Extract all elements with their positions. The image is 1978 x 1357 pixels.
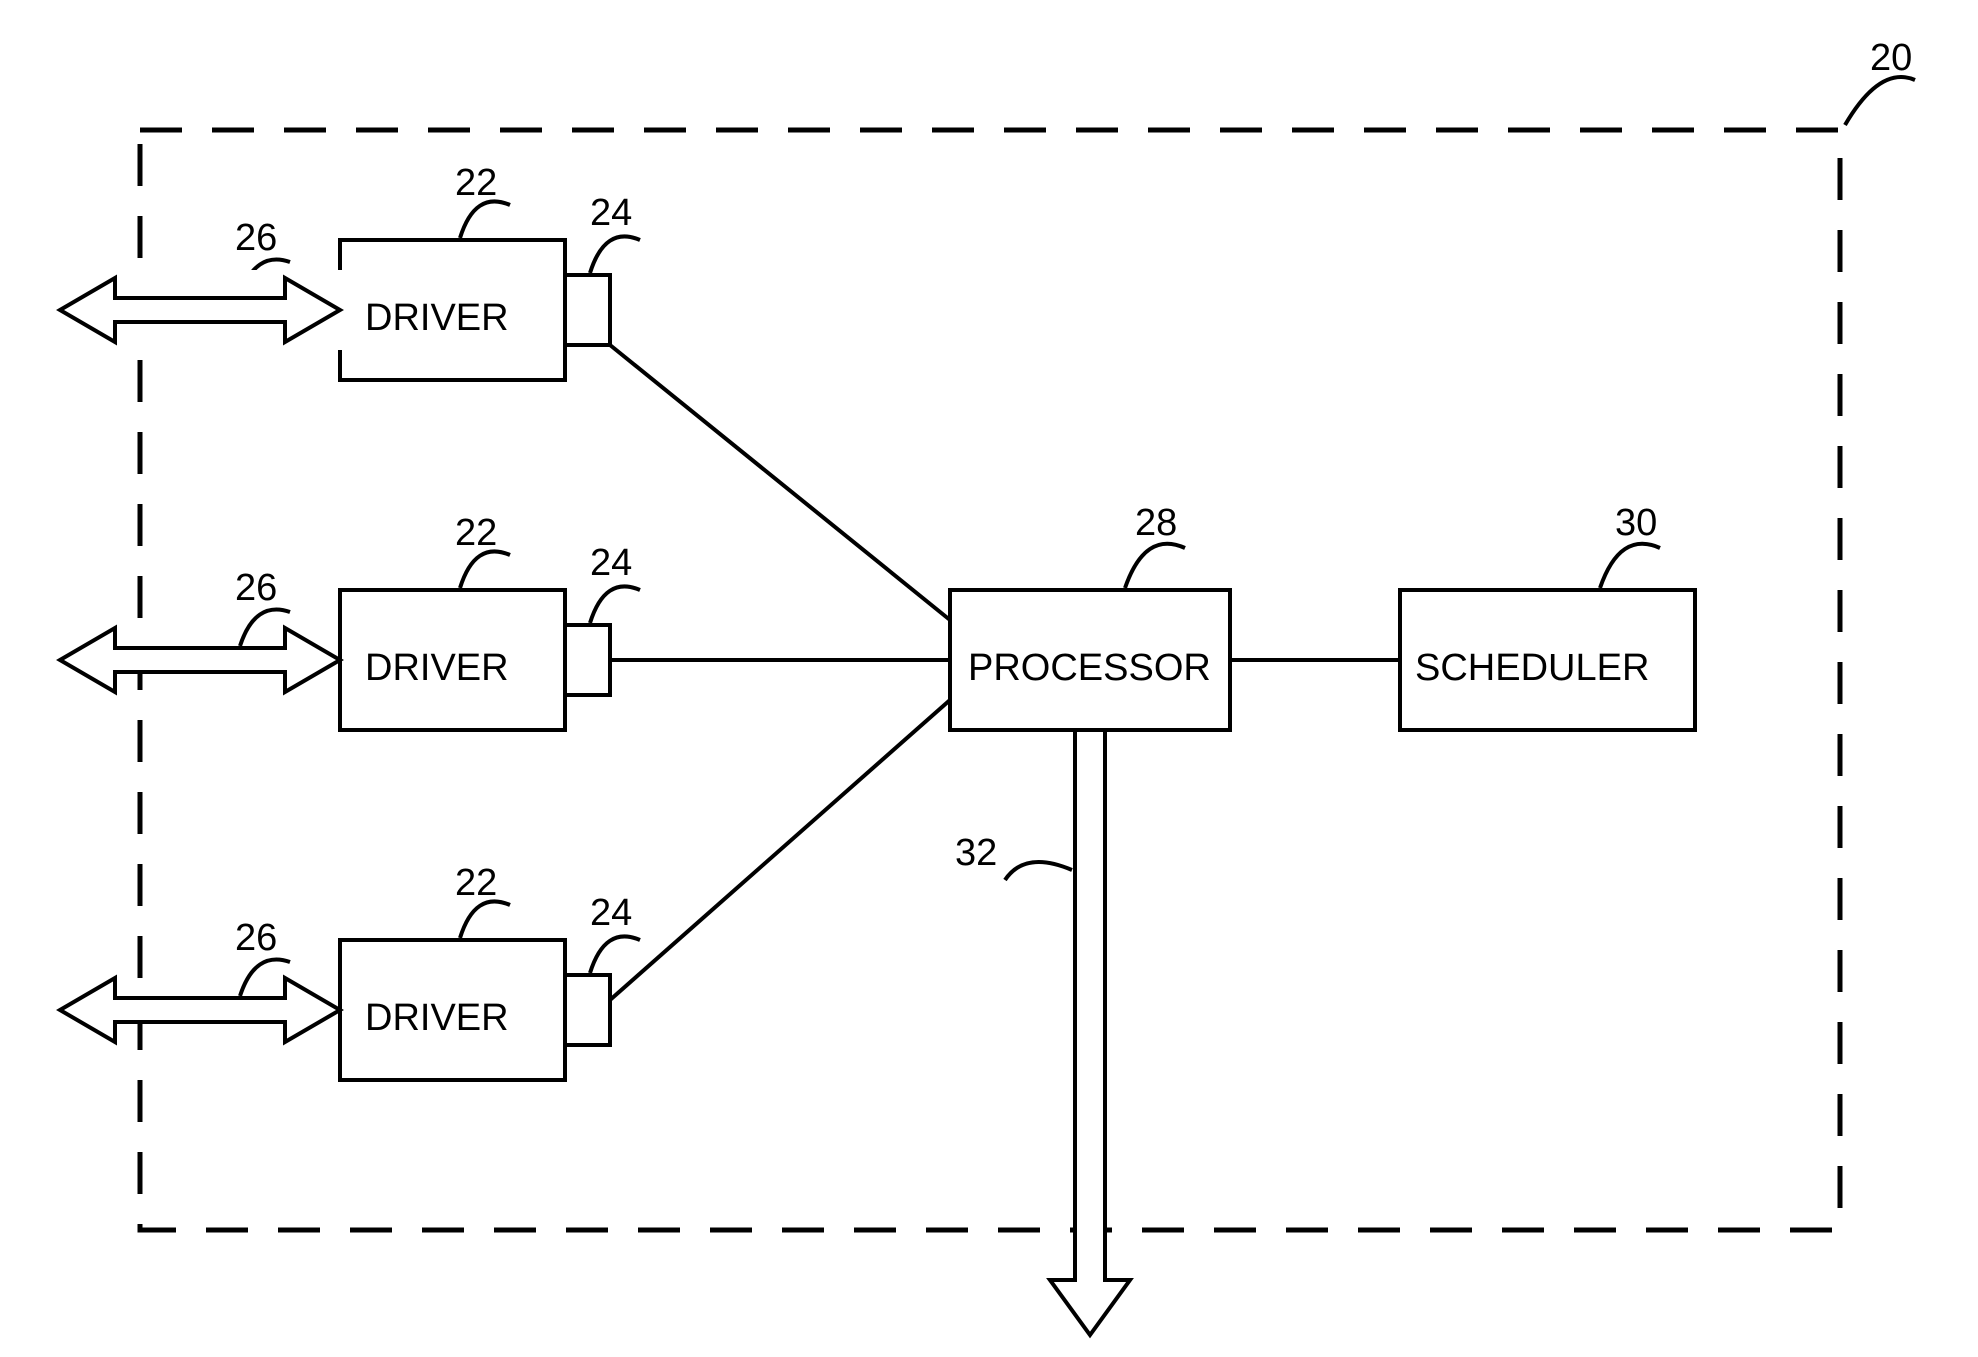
ref-32: 32	[955, 832, 997, 874]
driver-attachment	[565, 275, 610, 345]
driver-label: DRIVER	[365, 647, 509, 689]
diagram-canvas: 20 DRIVER 22 24 26 DRIVER 22 24 26 DRIVE…	[0, 0, 1978, 1357]
ref-leader-28	[1125, 544, 1185, 588]
ref-leader-20	[1845, 77, 1915, 125]
ref-24b: 24	[590, 542, 632, 584]
ref-30: 30	[1615, 502, 1657, 544]
ref-26b: 26	[235, 567, 277, 609]
ref-26c: 26	[235, 917, 277, 959]
ref-24a: 24	[590, 192, 632, 234]
driver-label: DRIVER	[365, 297, 509, 339]
double-arrow-3	[60, 978, 340, 1042]
ref-leader-32	[1005, 862, 1072, 880]
link-driver3-processor	[610, 700, 950, 1000]
link-driver1-processor	[610, 345, 950, 620]
scheduler-label: SCHEDULER	[1415, 647, 1649, 689]
ref-24c: 24	[590, 892, 632, 934]
processor-label: PROCESSOR	[968, 647, 1211, 689]
ref-22c: 22	[455, 862, 497, 904]
ref-22b: 22	[455, 512, 497, 554]
ref-leader-22a	[460, 201, 510, 238]
ref-leader-22b	[460, 551, 510, 588]
driver-label: DRIVER	[365, 997, 509, 1039]
ref-leader-22c	[460, 901, 510, 938]
ref-28: 28	[1135, 502, 1177, 544]
double-arrow-2	[60, 628, 340, 692]
ref-leader-24b	[590, 586, 640, 623]
ref-leader-24a	[590, 236, 640, 273]
ref-leader-26b	[240, 610, 290, 646]
output-arrow	[1050, 730, 1130, 1335]
driver-attachment	[565, 975, 610, 1045]
ref-22a: 22	[455, 162, 497, 204]
ref-26a: 26	[235, 217, 277, 259]
ref-leader-30	[1600, 544, 1660, 588]
ref-20: 20	[1870, 37, 1912, 79]
driver-attachment	[565, 625, 610, 695]
ref-leader-24c	[590, 936, 640, 973]
ref-leader-26c	[240, 960, 290, 996]
